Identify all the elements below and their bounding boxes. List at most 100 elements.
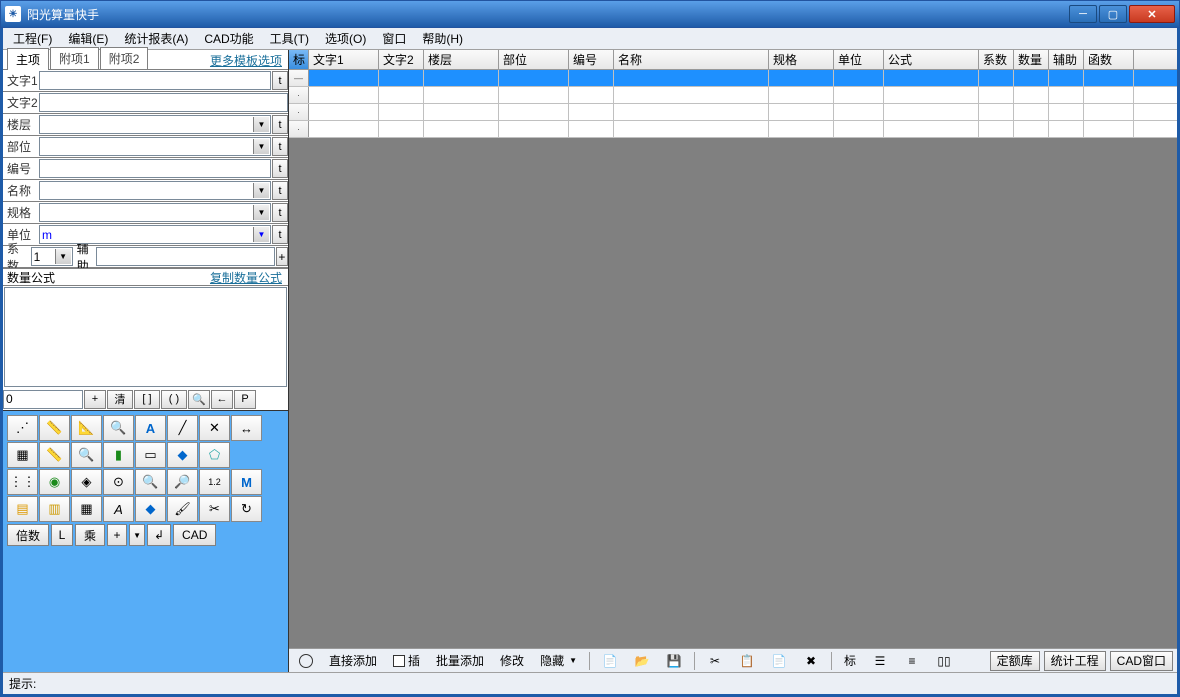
tool-row3-2-icon[interactable]: ◉ xyxy=(39,469,70,495)
tool-dots-icon[interactable]: ⋰ xyxy=(7,415,38,441)
grid-cell[interactable] xyxy=(569,70,614,86)
formula-bracket-button[interactable]: [ ] xyxy=(134,390,160,409)
cut-button[interactable]: ✂ xyxy=(701,651,729,671)
grid-header-4[interactable]: 部位 xyxy=(499,50,569,69)
tool-row4-7-icon[interactable]: ✂ xyxy=(199,496,230,522)
grid-cell[interactable] xyxy=(979,70,1014,86)
grid-cell[interactable] xyxy=(769,104,834,120)
tool-ruler-icon[interactable]: 📏 xyxy=(39,415,70,441)
quota-button[interactable]: 定额库 xyxy=(990,651,1040,671)
tool-row2-6-icon[interactable]: ◆ xyxy=(167,442,198,468)
tool-row2-2-icon[interactable]: 📏 xyxy=(39,442,70,468)
menu-options[interactable]: 选项(O) xyxy=(319,28,372,49)
grid-header-13[interactable]: 函数 xyxy=(1084,50,1134,69)
grid-cell[interactable] xyxy=(1049,87,1084,103)
name-combo[interactable]: ▼ xyxy=(39,181,271,200)
formula-back-button[interactable]: ← xyxy=(211,390,233,409)
grid-cell[interactable] xyxy=(499,104,569,120)
tool-angle-icon[interactable]: ✕ xyxy=(199,415,230,441)
code-t-button[interactable]: t xyxy=(272,159,288,178)
tool-row2-4-icon[interactable]: ▮ xyxy=(103,442,134,468)
tab-sub2[interactable]: 附项2 xyxy=(100,47,149,69)
grid-cell[interactable] xyxy=(769,121,834,137)
grid-cell[interactable] xyxy=(1084,70,1134,86)
grid-header-1[interactable]: 文字1 xyxy=(309,50,379,69)
hide-button[interactable]: 隐藏▼ xyxy=(534,651,583,671)
close-button[interactable]: ✕ xyxy=(1129,5,1175,23)
formula-p-button[interactable]: P xyxy=(234,390,256,409)
grid-cell[interactable] xyxy=(769,70,834,86)
paste-button[interactable]: 📄 xyxy=(765,651,793,671)
grid-cell[interactable] xyxy=(834,121,884,137)
grid-header-7[interactable]: 规格 xyxy=(769,50,834,69)
grid-header-11[interactable]: 数量 xyxy=(1014,50,1049,69)
tool-zoom-icon[interactable]: 🔍 xyxy=(103,415,134,441)
tool-row3-3-icon[interactable]: ◈ xyxy=(71,469,102,495)
grid-cell[interactable] xyxy=(834,70,884,86)
grid-header-9[interactable]: 公式 xyxy=(884,50,979,69)
aux-input[interactable] xyxy=(96,247,275,266)
grid-cell[interactable] xyxy=(979,121,1014,137)
grid-row[interactable]: · xyxy=(289,104,1177,121)
text1-t-button[interactable]: t xyxy=(272,71,288,90)
grid-header-3[interactable]: 楼层 xyxy=(424,50,499,69)
new-doc-button[interactable]: 📄 xyxy=(596,651,624,671)
coef-combo[interactable]: 1▼ xyxy=(31,247,73,266)
grid-row[interactable]: · xyxy=(289,87,1177,104)
grid-cell[interactable] xyxy=(884,121,979,137)
multiplier-button[interactable]: 倍数 xyxy=(7,524,49,546)
formula-search-button[interactable]: 🔍 xyxy=(188,390,210,409)
more-templates-link[interactable]: 更多模板选项 xyxy=(210,52,282,69)
biao-button[interactable]: 标 xyxy=(838,651,862,671)
grid-header-0[interactable]: 标 xyxy=(289,50,309,69)
part-t-button[interactable]: t xyxy=(272,137,288,156)
columns-button[interactable]: ▯▯ xyxy=(930,651,958,671)
grid-cell[interactable] xyxy=(569,121,614,137)
grid-cell[interactable] xyxy=(424,104,499,120)
grid-cell[interactable] xyxy=(1014,121,1049,137)
cad-window-button[interactable]: CAD窗口 xyxy=(1110,651,1173,671)
cad-button[interactable]: CAD xyxy=(173,524,216,546)
grid-cell[interactable] xyxy=(834,87,884,103)
grid-cell[interactable] xyxy=(1084,104,1134,120)
copy-button[interactable]: 📋 xyxy=(733,651,761,671)
copy-formula-link[interactable]: 复制数量公式 xyxy=(210,269,282,286)
grid-row[interactable]: — xyxy=(289,70,1177,87)
tool-row2-7-icon[interactable]: ⬠ xyxy=(199,442,230,468)
list1-button[interactable]: ☰ xyxy=(866,651,894,671)
list2-button[interactable]: ≡ xyxy=(898,651,926,671)
grid-cell[interactable] xyxy=(614,70,769,86)
grid-body[interactable] xyxy=(289,138,1177,648)
stat-project-button[interactable]: 统计工程 xyxy=(1044,651,1106,671)
grid-cell[interactable] xyxy=(379,70,424,86)
tool-line-icon[interactable]: ╱ xyxy=(167,415,198,441)
tool-row4-4-icon[interactable]: A xyxy=(103,496,134,522)
unit-t-button[interactable]: t xyxy=(272,225,288,244)
tool-row3-6-icon[interactable]: 🔎 xyxy=(167,469,198,495)
text1-input[interactable] xyxy=(39,71,271,90)
tab-sub1[interactable]: 附项1 xyxy=(50,47,99,69)
grid-cell[interactable] xyxy=(1049,121,1084,137)
grid-cell[interactable] xyxy=(569,87,614,103)
grid-cell[interactable] xyxy=(309,70,379,86)
grid-cell[interactable] xyxy=(834,104,884,120)
grid-header-12[interactable]: 辅助 xyxy=(1049,50,1084,69)
multiply-button[interactable]: 乘 xyxy=(75,524,105,546)
delete-button[interactable]: ✖ xyxy=(797,651,825,671)
tool-row3-8-icon[interactable]: M xyxy=(231,469,262,495)
tool-row4-5-icon[interactable]: ◆ xyxy=(135,496,166,522)
tool-row2-1-icon[interactable]: ▦ xyxy=(7,442,38,468)
grid-cell[interactable] xyxy=(1084,121,1134,137)
grid-cell[interactable] xyxy=(309,104,379,120)
grid-cell[interactable] xyxy=(979,104,1014,120)
tool-row4-6-icon[interactable]: 🖌 xyxy=(167,496,198,522)
tool-row4-3-icon[interactable]: ▦ xyxy=(71,496,102,522)
text2-input[interactable] xyxy=(39,93,288,112)
menu-edit[interactable]: 编辑(E) xyxy=(62,28,114,49)
grid-cell[interactable] xyxy=(884,87,979,103)
grid-cell[interactable] xyxy=(1049,70,1084,86)
menu-project[interactable]: 工程(F) xyxy=(7,28,58,49)
l-button[interactable]: L xyxy=(51,524,73,546)
grid-cell[interactable] xyxy=(379,87,424,103)
grid-cell[interactable] xyxy=(569,104,614,120)
